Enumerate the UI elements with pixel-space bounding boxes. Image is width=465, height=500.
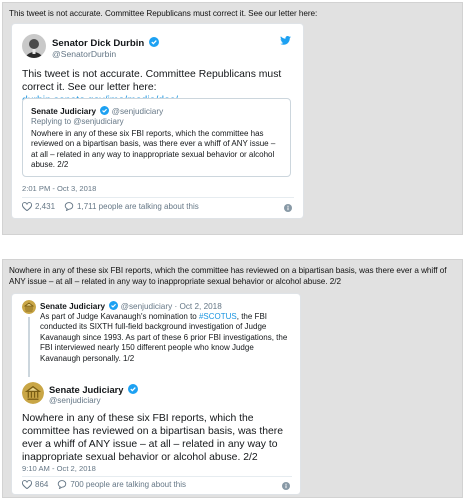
replying-to-label: Replying to @senjudiciary — [31, 117, 124, 126]
tweet-timestamp[interactable]: 9:10 AM - Oct 2, 2018 — [22, 464, 96, 473]
durbin-avatar[interactable] — [22, 34, 46, 58]
judiciary-avatar-small[interactable] — [22, 300, 36, 314]
author-name-text[interactable]: Senate Judiciary — [49, 384, 124, 395]
author-name[interactable]: Senate Judiciary — [49, 384, 139, 395]
verified-badge-icon — [148, 37, 159, 47]
parent-tweet-text: As part of Judge Kavanaugh's nomination … — [40, 312, 292, 364]
embed-panel-judiciary: Nowhere in any of these six FBI reports,… — [2, 259, 463, 498]
author-name-text[interactable]: Senator Dick Durbin — [52, 38, 144, 49]
quoted-author[interactable]: Senate Judiciary @senjudiciary — [31, 106, 163, 116]
parent-text-a: As part of Judge Kavanaugh's nomination … — [40, 312, 199, 321]
tweet-stats: 864 700 people are talking about this — [22, 480, 195, 489]
comment-bubble-icon[interactable] — [57, 480, 67, 489]
verified-badge-icon — [128, 384, 139, 394]
embed-panel-durbin: This tweet is not accurate. Committee Re… — [2, 2, 463, 235]
heart-icon[interactable] — [22, 202, 32, 211]
panel-caption: Nowhere in any of these six FBI reports,… — [9, 266, 447, 286]
talking-count[interactable]: 1,711 people are talking about this — [77, 202, 199, 211]
tweet-card-durbin[interactable]: Senator Dick Durbin @SenatorDurbin This … — [11, 23, 304, 219]
author-handle[interactable]: @senjudiciary — [49, 396, 101, 405]
quoted-author-name: Senate Judiciary — [31, 107, 97, 116]
info-icon[interactable] — [284, 204, 292, 212]
author-name[interactable]: Senator Dick Durbin — [52, 37, 159, 49]
comment-bubble-icon[interactable] — [64, 202, 74, 211]
verified-badge-icon — [109, 301, 119, 310]
quoted-author-handle: @senjudiciary — [111, 107, 164, 116]
scotus-hashtag[interactable]: #SCOTUS — [199, 312, 237, 321]
talking-count[interactable]: 700 people are talking about this — [70, 480, 186, 489]
tweet-timestamp[interactable]: 2:01 PM - Oct 3, 2018 — [22, 184, 96, 193]
tweet-card-judiciary[interactable]: Senate Judiciary @senjudiciary · Oct 2, … — [11, 293, 301, 495]
like-count[interactable]: 864 — [35, 480, 48, 489]
verified-badge-icon — [100, 106, 110, 115]
like-count[interactable]: 2,431 — [35, 202, 55, 211]
tweet-text: Nowhere in any of these six FBI reports,… — [22, 413, 284, 463]
divider — [22, 197, 294, 198]
quoted-tweet-text: Nowhere in any of these six FBI reports,… — [31, 129, 276, 170]
parent-author-handle: @senjudiciary · Oct 2, 2018 — [120, 302, 222, 311]
divider — [22, 476, 292, 477]
judiciary-avatar[interactable] — [22, 382, 44, 404]
thread-connector — [28, 317, 30, 377]
quoted-tweet[interactable]: Senate Judiciary @senjudiciary Replying … — [22, 98, 291, 177]
author-handle[interactable]: @SenatorDurbin — [52, 49, 116, 59]
tweet-text-body: This tweet is not accurate. Committee Re… — [22, 69, 282, 93]
parent-author[interactable]: Senate Judiciary @senjudiciary · Oct 2, … — [40, 301, 222, 311]
info-icon[interactable] — [282, 482, 290, 490]
parent-author-name: Senate Judiciary — [40, 302, 106, 311]
tweet-stats: 2,431 1,711 people are talking about thi… — [22, 202, 208, 211]
twitter-bird-icon[interactable] — [280, 36, 291, 45]
panel-caption: This tweet is not accurate. Committee Re… — [9, 9, 318, 18]
heart-icon[interactable] — [22, 480, 32, 489]
